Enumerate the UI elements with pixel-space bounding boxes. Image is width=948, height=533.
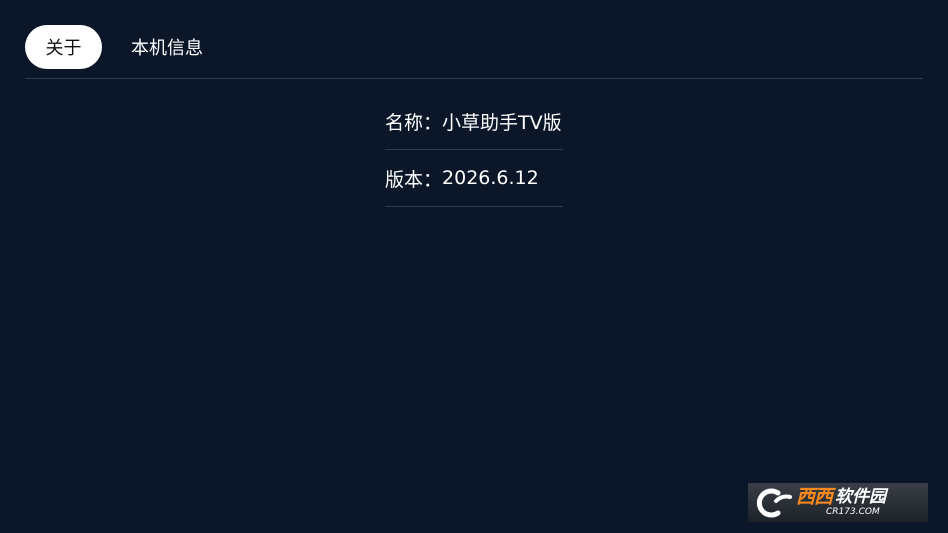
tab-divider <box>25 78 923 79</box>
app-version-label: 版本： <box>385 168 443 191</box>
watermark: 西西 软件园 CR173.COM <box>748 483 928 522</box>
watermark-url: CR173.COM <box>826 507 880 517</box>
about-info-list: 名称： 小草助手TV版 版本： 2026.6.12 <box>385 93 563 207</box>
tab-about[interactable]: 关于 <box>25 25 102 69</box>
tab-device-info[interactable]: 本机信息 <box>102 25 203 69</box>
info-row-name: 名称： 小草助手TV版 <box>385 93 563 150</box>
app-version-value: 2026.6.12 <box>442 167 539 189</box>
info-row-version: 版本： 2026.6.12 <box>385 150 563 207</box>
watermark-title-orange: 西西 <box>796 486 833 508</box>
watermark-title-white: 软件园 <box>835 487 887 507</box>
app-name-label: 名称： <box>385 111 443 134</box>
tab-device-info-label: 本机信息 <box>131 38 203 59</box>
app-name-value: 小草助手TV版 <box>442 111 562 134</box>
watermark-text: 西西 软件园 CR173.COM <box>796 488 886 517</box>
tab-bar: 关于 本机信息 <box>25 25 203 69</box>
tab-about-label: 关于 <box>45 38 82 59</box>
cr-logo-icon <box>754 487 792 519</box>
